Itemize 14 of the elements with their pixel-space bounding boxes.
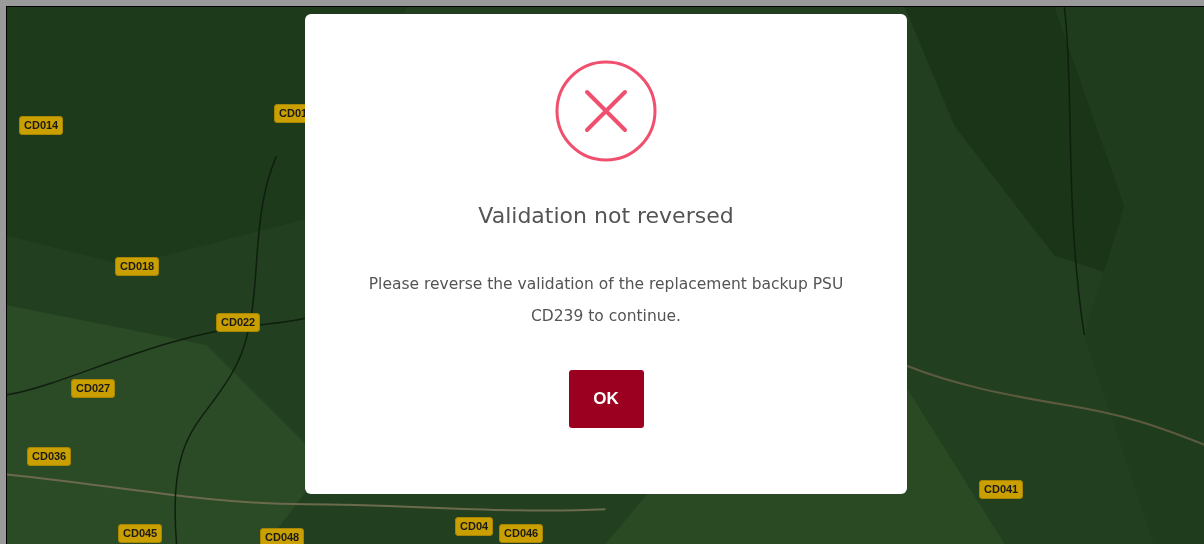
map-marker[interactable]: CD014 — [19, 116, 64, 135]
dialog-message: Please reverse the validation of the replacement backup PSU CD239 to continue. — [367, 274, 845, 327]
error-icon — [554, 59, 658, 163]
map-marker[interactable]: CD045 — [118, 524, 163, 543]
map-marker[interactable]: CD046 — [499, 524, 544, 543]
map-marker[interactable]: CD04 — [455, 517, 494, 536]
ok-button[interactable]: OK — [568, 370, 644, 428]
map-marker[interactable]: CD022 — [216, 313, 261, 332]
map-marker[interactable]: CD048 — [260, 528, 305, 544]
map-marker[interactable]: CD041 — [979, 480, 1024, 499]
map-marker[interactable]: CD036 — [27, 447, 72, 466]
dialog-title: Validation not reversed — [478, 202, 734, 230]
map-marker[interactable]: CD018 — [115, 257, 160, 276]
map-marker[interactable]: CD027 — [71, 379, 116, 398]
